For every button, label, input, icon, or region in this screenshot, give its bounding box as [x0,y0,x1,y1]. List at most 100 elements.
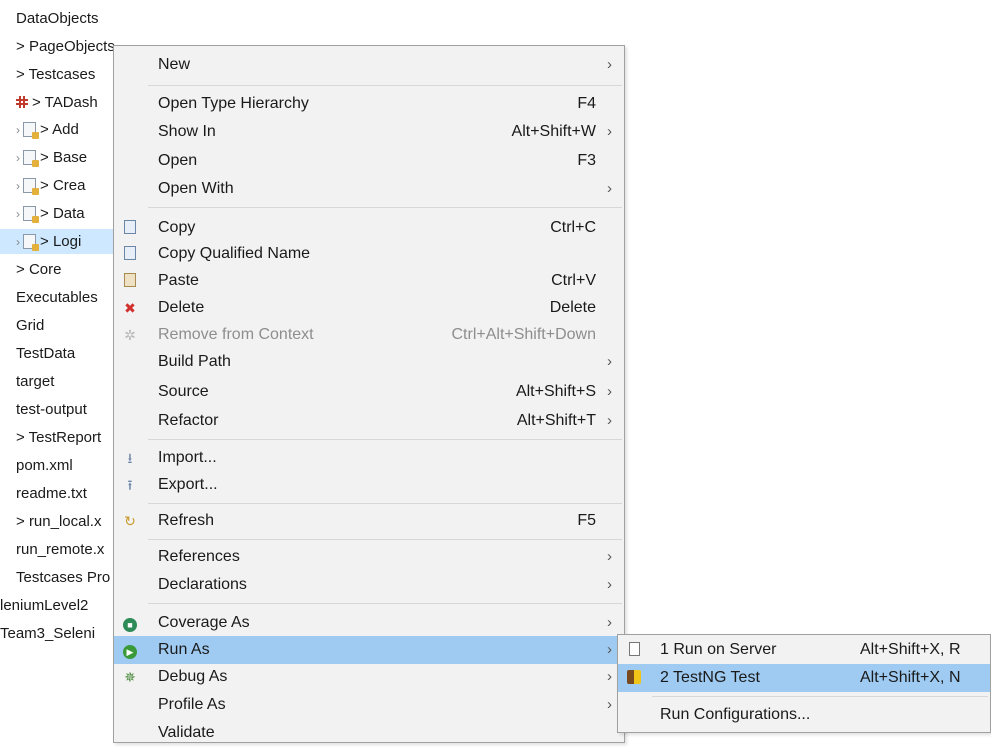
tree-item-project[interactable]: leniumLevel2 [0,593,114,618]
tree-item-java-file-selected[interactable]: › > Logi [0,229,130,254]
tree-item-grid[interactable]: Grid [0,313,130,338]
expand-chevron-icon[interactable]: > [40,149,53,166]
menu-item-declarations[interactable]: Declarations › [114,571,624,599]
chevron-right-icon[interactable]: › [16,179,20,193]
tree-item-label: PageObjects [28,38,115,55]
expand-chevron-icon[interactable]: > [40,177,53,194]
menu-item-label: Build Path [158,353,231,370]
menu-item-label: Delete [158,299,205,316]
menu-item-label: Debug As [158,668,228,685]
menu-item-export[interactable]: ⭱ Export... [114,471,624,499]
tree-item-label: Testcases Pro [16,569,111,586]
menu-item-new[interactable]: New › [114,51,624,79]
chevron-right-icon[interactable]: › [16,123,20,137]
menu-separator [148,207,622,208]
menu-separator [148,603,622,604]
menu-item-build-path[interactable]: Build Path › [114,348,624,376]
menu-item-copy[interactable]: Copy Ctrl+C [114,214,624,242]
package-icon [16,96,28,108]
menu-item-open[interactable]: Open F3 [114,147,624,175]
menu-item-delete[interactable]: ✖ Delete Delete [114,294,624,322]
tree-item-java-file[interactable]: › > Add [0,117,130,142]
expand-chevron-icon[interactable]: > [32,94,45,111]
menu-item-open-with[interactable]: Open With › [114,175,624,203]
tree-item-java-file[interactable]: › > Crea [0,173,130,198]
tree-item-java-file[interactable]: › > Data [0,201,130,226]
java-file-icon [23,178,39,195]
tree-item-test-output[interactable]: test-output [0,397,130,422]
menu-item-profile-as[interactable]: Profile As › [114,691,624,719]
tree-item-pageobjects[interactable]: > PageObjects [0,34,130,59]
expand-chevron-icon[interactable]: > [16,513,29,530]
menu-item-source[interactable]: Source Alt+Shift+S › [114,378,624,406]
shortcut-label: Alt+Shift+W [511,123,596,140]
shortcut-label: F3 [577,152,596,169]
menu-item-import[interactable]: ⭳ Import... [114,444,624,472]
java-file-icon [23,122,39,139]
submenu-item-run-configurations[interactable]: Run Configurations... [618,701,990,729]
tree-item-run-local[interactable]: > run_local.x [0,509,130,534]
submenu-item-run-on-server[interactable]: 1 Run on Server Alt+Shift+X, R [618,636,990,664]
menu-item-label: Paste [158,272,199,289]
menu-item-debug-as[interactable]: ✵ Debug As › [114,663,624,691]
tree-item-testreport[interactable]: > TestReport [0,425,130,450]
menu-item-copy-qualified-name[interactable]: Copy Qualified Name [114,240,624,268]
tree-item-label: leniumLevel2 [0,597,89,614]
submenu-arrow-icon: › [607,576,612,593]
menu-item-label: Run As [158,641,210,658]
menu-item-label: Coverage As [158,614,250,631]
menu-item-label: Open [158,152,198,169]
submenu-item-label: 1 Run on Server [660,641,777,658]
tree-item-java-file[interactable]: › > Base [0,145,130,170]
submenu-arrow-icon: › [607,614,612,631]
menu-separator [148,539,622,540]
tree-item-readme[interactable]: readme.txt [0,481,130,506]
expand-chevron-icon[interactable]: > [16,66,29,83]
tree-item-pom-xml[interactable]: pom.xml [0,453,130,478]
tree-item-core[interactable]: > Core [0,257,130,282]
menu-item-paste[interactable]: Paste Ctrl+V [114,267,624,295]
tree-item-tadash-package[interactable]: > TADash [0,90,130,115]
submenu-arrow-icon: › [607,56,612,73]
menu-item-label: References [158,548,240,565]
expand-chevron-icon[interactable]: > [40,233,53,250]
menu-separator [148,439,622,440]
menu-item-label: Show In [158,123,216,140]
expand-chevron-icon[interactable]: > [16,38,29,55]
submenu-arrow-icon: › [607,548,612,565]
submenu-item-label: 2 TestNG Test [660,669,760,686]
expand-chevron-icon[interactable]: > [40,121,52,138]
menu-item-run-as[interactable]: ▶ Run As › [114,636,624,664]
expand-chevron-icon[interactable]: > [16,261,29,278]
menu-item-refresh[interactable]: ↻ Refresh F5 [114,507,624,535]
java-file-icon [23,234,39,251]
menu-item-label: Source [158,383,209,400]
chevron-right-icon[interactable]: › [16,207,20,221]
chevron-right-icon[interactable]: › [16,235,20,249]
submenu-item-testng-test[interactable]: 2 TestNG Test Alt+Shift+X, N [618,664,990,692]
tree-item-run-remote[interactable]: run_remote.x [0,537,130,562]
tree-item-dataobjects[interactable]: DataObjects [0,6,130,31]
chevron-right-icon[interactable]: › [16,151,20,165]
menu-item-coverage-as[interactable]: ■ Coverage As › [114,609,624,637]
menu-item-show-in[interactable]: Show In Alt+Shift+W › [114,118,624,146]
tree-item-project[interactable]: Team3_Seleni [0,621,114,646]
shortcut-label: Ctrl+Alt+Shift+Down [451,326,596,343]
menu-item-refactor[interactable]: Refactor Alt+Shift+T › [114,407,624,435]
shortcut-label: F4 [577,95,596,112]
tree-item-testcases[interactable]: > Testcases [0,62,130,87]
delete-icon: ✖ [124,300,136,316]
tree-item-label: run_local.x [28,513,102,530]
tree-item-executables[interactable]: Executables [0,285,130,310]
expand-chevron-icon[interactable]: > [16,429,29,446]
tree-item-label: Grid [16,317,45,334]
menu-item-open-type-hierarchy[interactable]: Open Type Hierarchy F4 [114,90,624,118]
tree-item-label: Testcases [28,66,96,83]
tree-item-testdata[interactable]: TestData [0,341,130,366]
expand-chevron-icon[interactable]: > [40,205,53,222]
tree-item-testcases-pro[interactable]: Testcases Pro [0,565,130,590]
menu-item-references[interactable]: References › [114,543,624,571]
tree-item-label: Logi [52,233,82,250]
menu-item-label: Open Type Hierarchy [158,95,309,112]
tree-item-target[interactable]: target [0,369,130,394]
